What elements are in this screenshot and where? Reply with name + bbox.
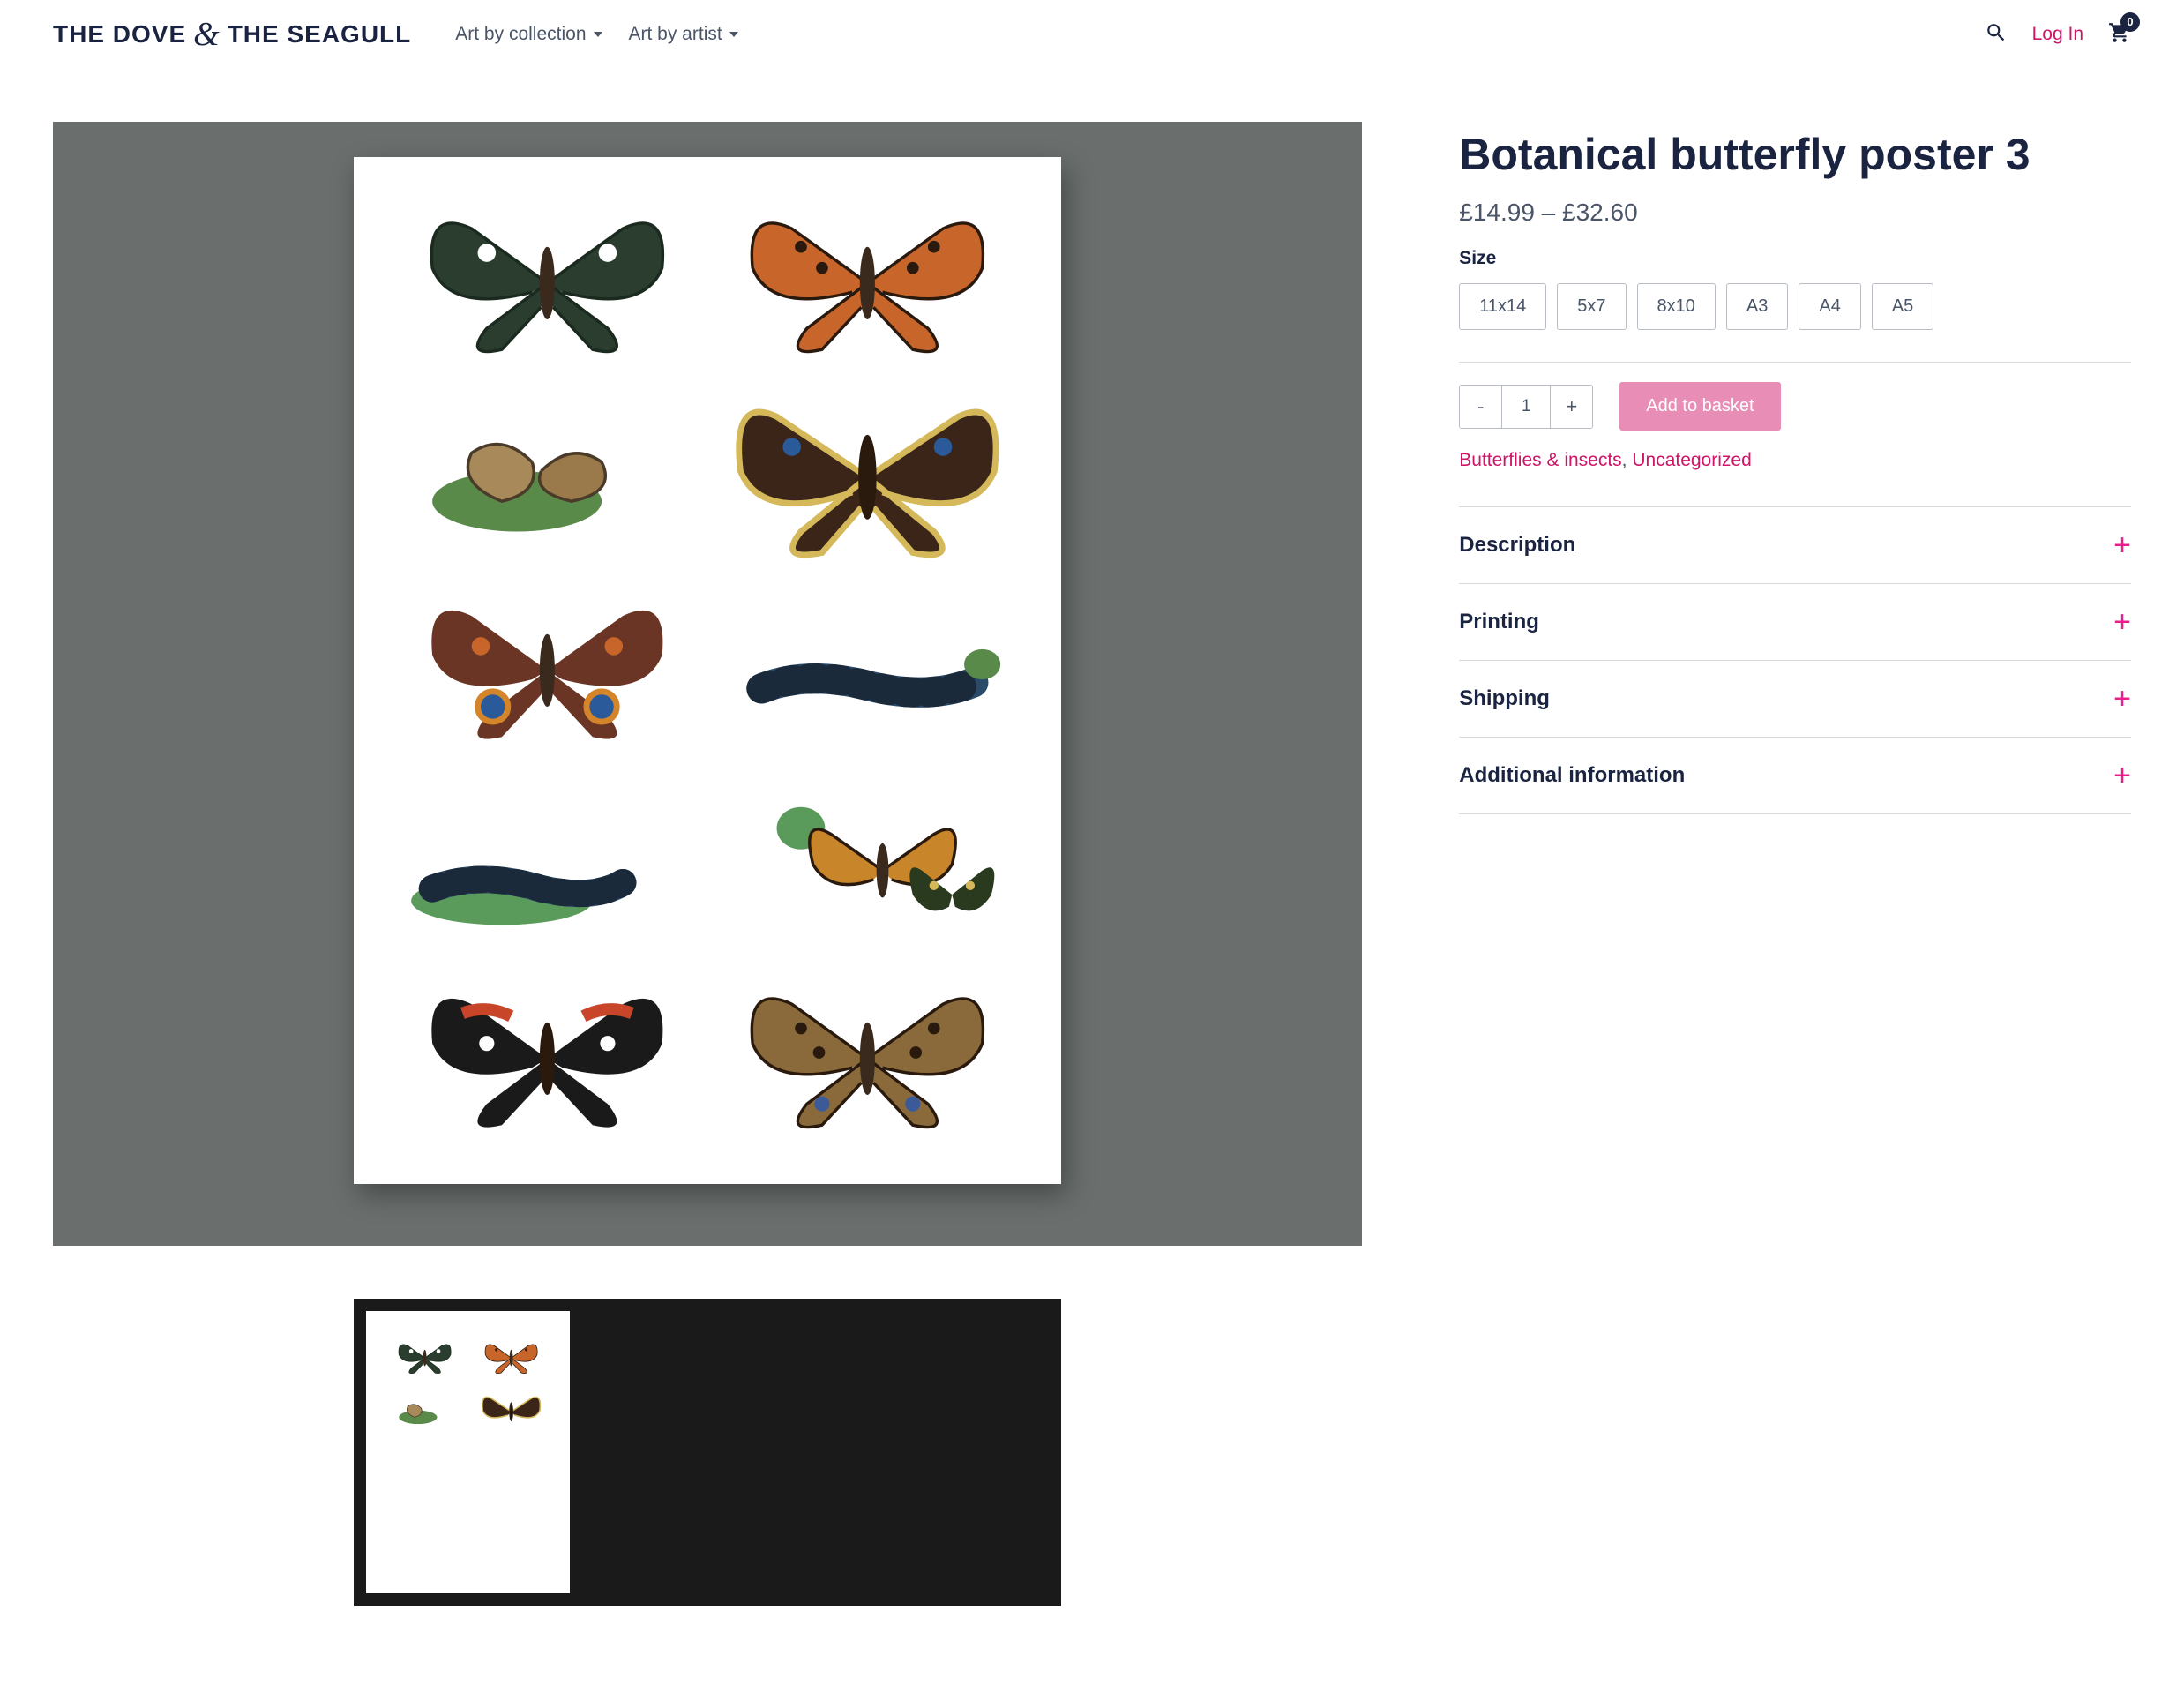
butterfly-illustration — [716, 968, 1019, 1150]
nav-art-by-artist[interactable]: Art by artist — [629, 24, 738, 45]
poster-frame-black — [354, 1299, 1061, 1606]
header-actions: Log In 0 — [1985, 21, 2131, 49]
butterfly-illustration — [477, 1338, 545, 1378]
accordion-additional-info[interactable]: Additional information + — [1459, 737, 2131, 814]
category-link-butterflies[interactable]: Butterflies & insects — [1459, 450, 1621, 470]
add-to-cart-row: - + Add to basket — [1459, 363, 2131, 450]
butterfly-illustration — [716, 192, 1019, 374]
butterfly-illustration — [396, 580, 699, 761]
butterfly-illustration — [716, 386, 1019, 568]
accordion-printing[interactable]: Printing + — [1459, 583, 2131, 660]
separator: , — [1622, 450, 1633, 470]
caterpillar-illustration — [396, 774, 699, 955]
size-option-11x14[interactable]: 11x14 — [1459, 283, 1546, 330]
qty-decrement-button[interactable]: - — [1460, 386, 1502, 428]
logo-part-left: THE DOVE — [53, 20, 186, 49]
plus-icon: + — [2113, 530, 2131, 560]
butterfly-illustration — [391, 1338, 459, 1378]
butterfly-illustration — [477, 1391, 545, 1432]
plus-icon: + — [2113, 684, 2131, 714]
size-option-5x7[interactable]: 5x7 — [1557, 283, 1626, 330]
add-to-basket-button[interactable]: Add to basket — [1619, 382, 1780, 431]
size-option-8x10[interactable]: 8x10 — [1637, 283, 1716, 330]
accordion-title: Additional information — [1459, 763, 1685, 788]
nav-art-by-collection[interactable]: Art by collection — [455, 24, 602, 45]
butterfly-illustration — [396, 192, 699, 374]
main-content: Botanical butterfly poster 3 £14.99 – £3… — [0, 69, 2184, 1659]
poster-frame-white — [354, 157, 1061, 1184]
search-icon[interactable] — [1985, 21, 2008, 49]
product-price: £14.99 – £32.60 — [1459, 199, 2131, 227]
qty-input[interactable] — [1502, 386, 1550, 428]
cart-count-badge: 0 — [2120, 12, 2140, 32]
cart-button[interactable]: 0 — [2108, 21, 2131, 49]
plus-icon: + — [2113, 761, 2131, 791]
butterfly-illustration — [391, 1391, 459, 1432]
product-title: Botanical butterfly poster 3 — [1459, 131, 2131, 179]
size-option-a3[interactable]: A3 — [1726, 283, 1788, 330]
butterfly-illustration — [396, 386, 699, 568]
size-options: 11x14 5x7 8x10 A3 A4 A5 — [1459, 283, 2131, 330]
size-option-a4[interactable]: A4 — [1799, 283, 1860, 330]
size-label: Size — [1459, 248, 2131, 269]
size-option-a5[interactable]: A5 — [1872, 283, 1933, 330]
quantity-stepper: - + — [1459, 385, 1593, 429]
header: THE DOVE & THE SEAGULL Art by collection… — [0, 0, 2184, 69]
product-gallery — [53, 122, 1362, 1606]
poster-artwork — [371, 175, 1043, 1166]
login-link[interactable]: Log In — [2032, 24, 2083, 45]
product-image-secondary[interactable] — [53, 1290, 1362, 1606]
logo-part-right: THE SEAGULL — [228, 20, 412, 49]
chevron-down-icon — [729, 32, 738, 37]
nav-label: Art by artist — [629, 24, 722, 45]
plus-icon: + — [2113, 607, 2131, 637]
product-details: Botanical butterfly poster 3 £14.99 – £3… — [1459, 122, 2131, 1606]
butterfly-illustration — [396, 968, 699, 1150]
nav-label: Art by collection — [455, 24, 586, 45]
qty-increment-button[interactable]: + — [1550, 386, 1592, 428]
butterfly-illustration — [716, 774, 1019, 955]
poster-artwork — [366, 1311, 569, 1593]
caterpillar-illustration — [716, 580, 1019, 761]
category-link-uncategorized[interactable]: Uncategorized — [1632, 450, 1751, 470]
accordion-title: Shipping — [1459, 686, 1550, 711]
accordion-title: Description — [1459, 533, 1575, 558]
primary-nav: Art by collection Art by artist — [455, 24, 737, 45]
accordion-title: Printing — [1459, 610, 1539, 634]
product-categories: Butterflies & insects, Uncategorized — [1459, 450, 2131, 506]
accordion-description[interactable]: Description + — [1459, 506, 2131, 583]
logo-ampersand: & — [193, 18, 221, 51]
product-image-primary[interactable] — [53, 122, 1362, 1246]
logo[interactable]: THE DOVE & THE SEAGULL — [53, 18, 411, 51]
chevron-down-icon — [594, 32, 602, 37]
accordion-shipping[interactable]: Shipping + — [1459, 660, 2131, 737]
cart-icon — [2108, 33, 2131, 48]
